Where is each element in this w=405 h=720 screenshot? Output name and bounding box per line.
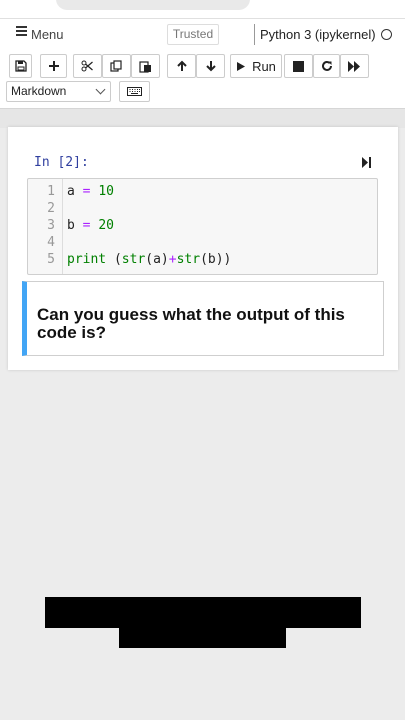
chevron-down-icon [95, 84, 106, 95]
menu-label: Menu [31, 27, 64, 42]
plus-icon [48, 61, 59, 71]
paste-icon [139, 60, 151, 73]
save-icon [14, 60, 27, 72]
code-line: 1 a = 10 [28, 183, 377, 200]
run-button[interactable]: Run [230, 54, 282, 78]
interrupt-button[interactable] [284, 54, 313, 78]
code-line: 4 [28, 234, 377, 251]
copy-button[interactable] [102, 54, 131, 78]
copy-icon [110, 59, 122, 72]
fast-forward-icon [348, 60, 360, 72]
arrow-down-icon [205, 61, 216, 72]
notebook-toolbar: Run Markdown [0, 50, 405, 108]
run-cell-icon[interactable] [361, 156, 372, 174]
line-number: 5 [47, 252, 55, 267]
scissors-icon [81, 60, 93, 72]
move-down-button[interactable] [196, 54, 225, 78]
redaction-bar [45, 597, 361, 628]
markdown-cell[interactable]: Can you guess what the output of this co… [22, 281, 384, 356]
cell-type-select[interactable]: Markdown [6, 81, 111, 102]
hamburger-icon [16, 26, 27, 38]
cut-button[interactable] [73, 54, 102, 78]
restart-icon [321, 60, 332, 71]
input-prompt: In [2]: [34, 155, 89, 170]
run-label: Run [252, 58, 276, 74]
save-button[interactable] [9, 54, 32, 78]
restart-run-all-button[interactable] [340, 54, 369, 78]
markdown-text: Can you guess what the output of this co… [37, 305, 345, 342]
restart-button[interactable] [313, 54, 340, 78]
notebook-menubar: Menu Trusted Python 3 (ipykernel) [0, 18, 405, 50]
line-number: 1 [47, 184, 55, 199]
toolbar-divider [0, 108, 405, 128]
insert-cell-button[interactable] [40, 54, 67, 78]
browser-top-bar [0, 0, 405, 18]
code-text: a = 10 [67, 184, 114, 199]
cell-type-value: Markdown [11, 84, 67, 98]
line-number: 3 [47, 218, 55, 233]
menu-button[interactable]: Menu [16, 26, 64, 42]
code-text: b = 20 [67, 218, 114, 233]
paste-button[interactable] [131, 54, 160, 78]
move-up-button[interactable] [167, 54, 196, 78]
keyboard-icon [127, 87, 142, 96]
notebook-container: In [2]: 1 a = 10 2 3 b = 20 4 5 print (s… [8, 127, 398, 370]
address-pill[interactable] [56, 0, 250, 10]
code-line: 5 print (str(a)+str(b)) [28, 251, 377, 268]
trusted-badge[interactable]: Trusted [167, 24, 219, 45]
code-cell-editor[interactable]: 1 a = 10 2 3 b = 20 4 5 print (str(a)+st… [27, 178, 378, 275]
line-number: 4 [47, 235, 55, 250]
kernel-status-icon [381, 29, 392, 40]
code-text: print (str(a)+str(b)) [67, 252, 232, 267]
stop-icon [293, 60, 304, 72]
arrow-up-icon [176, 60, 187, 71]
line-number: 2 [47, 201, 55, 216]
play-icon [237, 61, 246, 71]
kernel-name[interactable]: Python 3 (ipykernel) [254, 24, 376, 45]
code-line: 2 [28, 200, 377, 217]
command-palette-button[interactable] [119, 81, 150, 102]
redaction-bar [119, 628, 286, 648]
code-line: 3 b = 20 [28, 217, 377, 234]
